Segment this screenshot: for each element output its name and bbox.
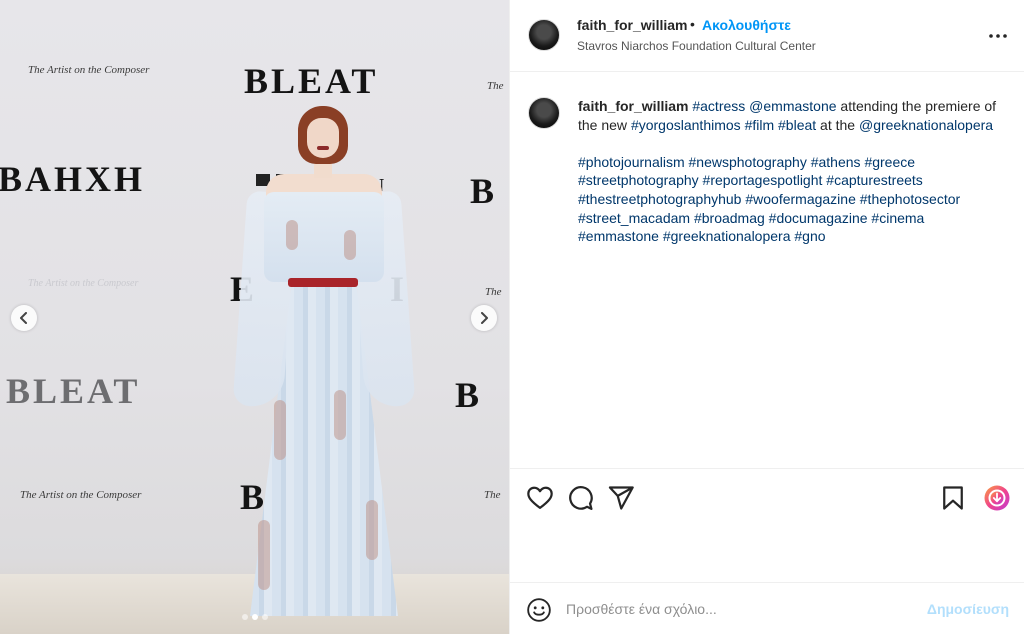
wall-text: The <box>485 286 502 298</box>
post-caption: faith_for_william #actress @emmastone at… <box>578 97 1008 246</box>
caption-tag-link[interactable]: #actress <box>692 98 745 114</box>
caption-hashtags: #photojournalism #newsphotography #athen… <box>578 153 1008 246</box>
carousel-prev-button[interactable] <box>11 305 37 331</box>
post-actions <box>510 468 1024 582</box>
hashtag-link[interactable]: #documagazine <box>769 210 868 226</box>
chevron-left-icon <box>20 312 27 324</box>
caption-tag-link[interactable]: #bleat <box>778 117 816 133</box>
hashtag-link[interactable]: #greeknationalopera <box>663 228 791 244</box>
hashtag-link[interactable]: #greece <box>864 154 915 170</box>
hashtag-link[interactable]: #streetphotography <box>578 172 699 188</box>
hashtag-link[interactable]: #thephotosector <box>860 191 960 207</box>
hashtag-link[interactable]: #gno <box>794 228 825 244</box>
carousel-indicator <box>0 614 509 620</box>
post-side-panel: faith_for_william • Ακολουθήστε Stavros … <box>509 0 1024 634</box>
carousel-dot <box>241 614 248 620</box>
dress-embellishment <box>344 230 356 260</box>
wall-text: B <box>455 375 483 415</box>
caption-tag-link[interactable]: #yorgoslanthimos <box>631 117 741 133</box>
carousel-dot <box>261 614 268 620</box>
caption-tag-link[interactable]: @greeknationalopera <box>859 117 993 133</box>
person-figure <box>232 100 416 620</box>
post-dialog: The Artist on the Composer BLEAT The BAH… <box>0 0 1024 634</box>
hashtag-link[interactable]: #broadmag <box>694 210 765 226</box>
face <box>307 118 339 158</box>
dress-embellishment <box>258 520 270 590</box>
wall-text: The Artist on the Composer <box>28 278 139 289</box>
share-icon[interactable] <box>607 484 635 512</box>
location-link[interactable]: Stavros Niarchos Foundation Cultural Cen… <box>577 39 816 53</box>
dress-bodice <box>264 192 384 282</box>
hashtag-link[interactable]: #capturestreets <box>826 172 923 188</box>
hashtag-link[interactable]: #street_macadam <box>578 210 690 226</box>
dress-embellishment <box>286 220 298 250</box>
more-horizontal-icon[interactable] <box>986 24 1010 48</box>
dress-embellishment <box>274 400 286 460</box>
dress-embellishment <box>366 500 378 560</box>
bookmark-icon[interactable] <box>939 484 967 512</box>
hashtag-link[interactable]: #newsphotography <box>689 154 807 170</box>
wall-text: The Artist on the Composer <box>28 64 150 76</box>
hashtag-link[interactable]: #thestreetphotographyhub <box>578 191 741 207</box>
wall-text: B <box>470 171 498 211</box>
comment-input[interactable] <box>566 597 906 621</box>
emoji-icon[interactable] <box>526 597 552 623</box>
comment-bar: Δημοσίευση <box>510 582 1024 634</box>
post-comment-button[interactable]: Δημοσίευση <box>927 601 1009 617</box>
wall-text: BAHXH <box>0 159 146 199</box>
carousel-next-button[interactable] <box>471 305 497 331</box>
post-photo[interactable]: The Artist on the Composer BLEAT The BAH… <box>0 0 509 634</box>
wall-text: BLEAT <box>6 371 141 411</box>
avatar[interactable] <box>528 19 560 51</box>
chevron-right-icon <box>481 312 488 324</box>
carousel-dot <box>251 614 258 620</box>
wall-text: The <box>484 489 501 501</box>
hashtag-link[interactable]: #emmastone <box>578 228 659 244</box>
follow-button[interactable]: Ακολουθήστε <box>702 17 791 33</box>
caption-tag-link[interactable]: #film <box>745 117 775 133</box>
lips <box>317 146 329 150</box>
hashtag-link[interactable]: #reportagespotlight <box>703 172 823 188</box>
hashtag-link[interactable]: #woofermagazine <box>745 191 856 207</box>
caption-text: faith_for_william #actress @emmastone at… <box>578 97 1008 134</box>
dress-embellishment <box>334 390 346 440</box>
hashtag-link[interactable]: #cinema <box>871 210 924 226</box>
heart-icon[interactable] <box>526 484 554 512</box>
wall-text: The <box>487 80 504 92</box>
comment-icon[interactable] <box>566 484 594 512</box>
red-belt <box>288 278 358 287</box>
caption-username[interactable]: faith_for_william <box>578 98 688 114</box>
download-extension-icon[interactable] <box>983 484 1011 512</box>
caption-avatar[interactable] <box>528 97 560 129</box>
header-username[interactable]: faith_for_william <box>577 17 687 33</box>
caption-tag-link[interactable]: @emmastone <box>749 98 836 114</box>
hashtag-link[interactable]: #athens <box>811 154 861 170</box>
caption-text-segment: at the <box>816 116 859 133</box>
header-separator: • <box>690 16 695 32</box>
post-header: faith_for_william • Ακολουθήστε Stavros … <box>510 0 1024 72</box>
wall-text: The Artist on the Composer <box>20 489 142 501</box>
hashtag-link[interactable]: #photojournalism <box>578 154 685 170</box>
wall-text: BLEAT <box>244 61 379 101</box>
